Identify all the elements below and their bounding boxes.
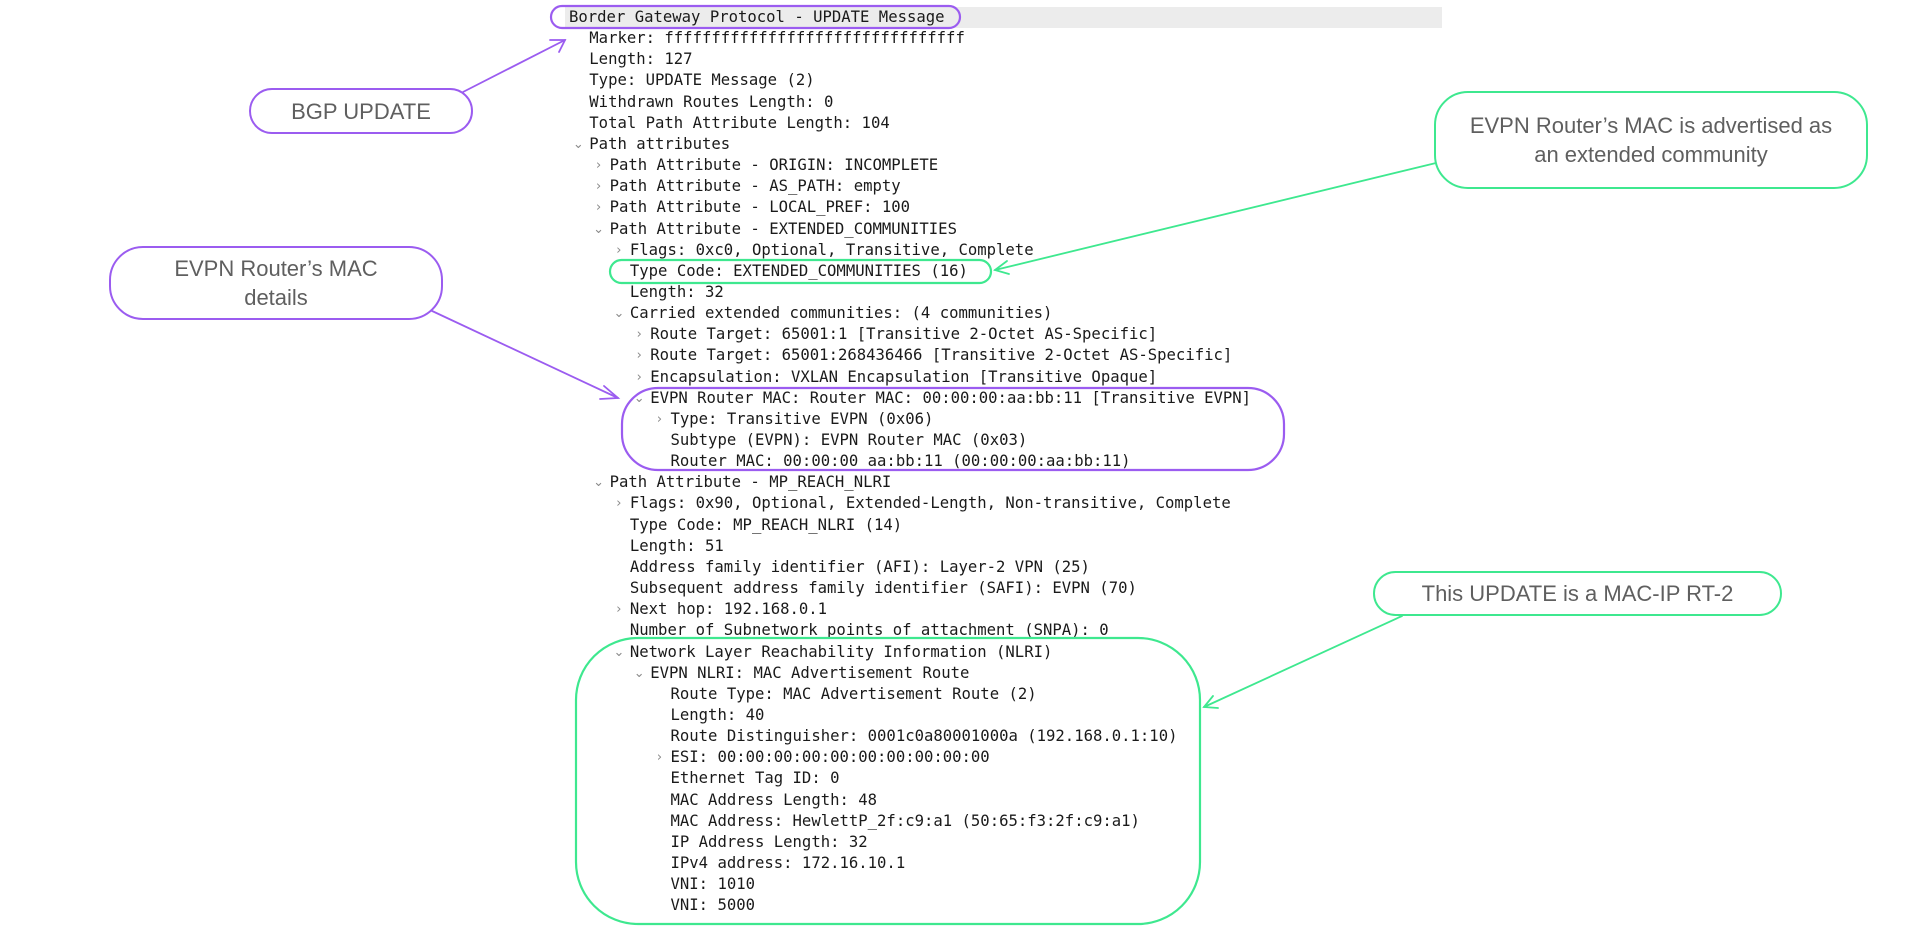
callout-bgp-update: BGP UPDATE	[249, 88, 473, 134]
bgp-update-arrow	[462, 39, 567, 93]
router-mac-highlight	[620, 386, 1286, 472]
ext-community-arrow	[993, 162, 1437, 275]
callout-ext-community-line2: an extended community	[1534, 142, 1768, 167]
router-mac-details-arrow	[429, 309, 621, 400]
bgp-header-highlight	[549, 4, 962, 30]
callout-mac-ip-rt2: This UPDATE is a MAC-IP RT-2	[1373, 571, 1782, 616]
callout-bgp-update-text: BGP UPDATE	[291, 98, 431, 124]
callout-mac-ip-rt2-text: This UPDATE is a MAC-IP RT-2	[1421, 581, 1734, 606]
callout-router-mac-details: EVPN Router’s MAC details	[109, 246, 443, 320]
callout-ext-community-line1: EVPN Router’s MAC is advertised as	[1469, 113, 1833, 138]
mac-ip-rt2-arrow	[1202, 615, 1403, 709]
type-code-highlight	[608, 258, 993, 285]
callout-router-mac-details-line2: details	[244, 285, 308, 310]
callout-router-mac-ext-community: EVPN Router’s MAC is advertised as an ex…	[1434, 91, 1868, 189]
nlri-highlight	[574, 636, 1202, 926]
callout-router-mac-details-line1: EVPN Router’s MAC	[174, 256, 378, 281]
